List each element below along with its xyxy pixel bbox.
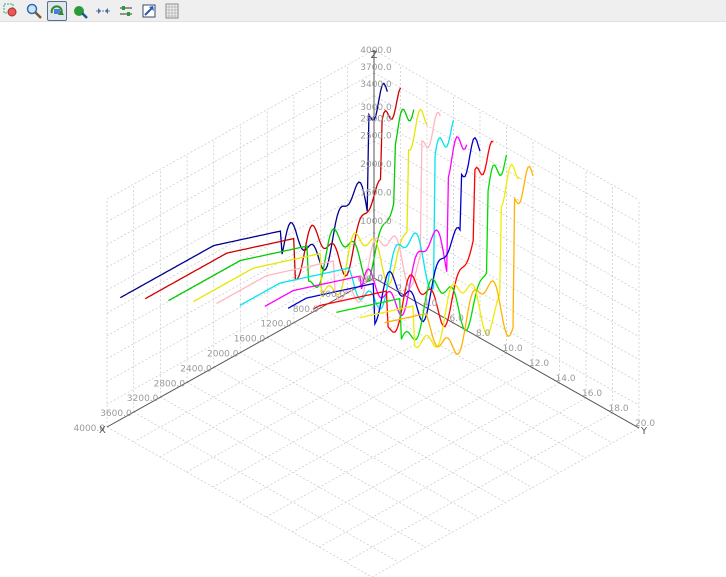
y-tick-label: 12.0 xyxy=(529,359,549,369)
series-group xyxy=(119,82,534,356)
tick-labels: 0.0 400.0800.01200.0 1600.0 2000.0 2400.0 280… xyxy=(74,46,656,437)
grid-line xyxy=(186,381,453,533)
grid-tool-button[interactable] xyxy=(162,1,182,21)
x-tick-label: 1600.0 xyxy=(234,335,266,345)
z-tick-label: 2800.0 xyxy=(360,114,392,124)
y-tick-label: 4.0 xyxy=(423,299,438,309)
z-tick-label: 3000.0 xyxy=(360,103,392,113)
grid-line xyxy=(160,396,426,548)
magnifier-icon xyxy=(26,3,42,19)
x-tick-label: 1200.0 xyxy=(260,320,292,330)
z-tick-label: 2000.0 xyxy=(360,160,392,170)
y-tick-label: 14.0 xyxy=(556,374,576,384)
grid-icon xyxy=(165,3,179,18)
grid-lines xyxy=(106,49,640,577)
rotate-tool-button[interactable] xyxy=(47,0,67,21)
grid-line xyxy=(292,382,560,533)
z-tick-label: 3700.0 xyxy=(360,63,392,73)
z-tick-label: 1000.0 xyxy=(360,217,392,227)
x-tick-label: 2400.0 xyxy=(180,364,212,374)
pan-tool-button[interactable] xyxy=(70,1,90,21)
datatip-tool-button[interactable] xyxy=(93,1,113,21)
grid-line xyxy=(106,426,373,577)
y-tick-label: 8.0 xyxy=(476,329,491,339)
x-tick-label: 400.0 xyxy=(320,290,346,300)
x-axis-label: X xyxy=(99,425,106,436)
datatip-icon xyxy=(96,7,110,14)
y-tick-label: 10.0 xyxy=(503,344,523,354)
axes-tool-button[interactable] xyxy=(116,1,136,21)
grid-line xyxy=(267,337,533,488)
x-tick-label: 3200.0 xyxy=(127,394,159,404)
y-axis-label: Y xyxy=(640,426,648,437)
z-axis-label: Z xyxy=(371,50,378,61)
z-tick-label: 0.0 xyxy=(369,274,384,284)
toolbar xyxy=(0,0,726,22)
grid-line xyxy=(133,411,399,563)
zoom-box-tool-button[interactable] xyxy=(1,1,21,21)
x-tick-label: 2000.0 xyxy=(207,350,239,360)
grid-line xyxy=(106,49,375,200)
export-tool-button[interactable] xyxy=(139,1,159,21)
y-tick-label: 2.0 xyxy=(397,284,412,294)
grid-line xyxy=(371,427,640,577)
grid-line xyxy=(133,292,401,443)
z-tick-label: 1500.0 xyxy=(360,189,392,199)
plot-3d[interactable]: 0.0 400.0800.01200.0 1600.0 2000.0 2400.0 280… xyxy=(0,22,726,577)
grid-line xyxy=(213,367,479,518)
y-tick-label: 16.0 xyxy=(582,389,602,399)
z-tick-label: 2500.0 xyxy=(360,132,392,142)
grid-line xyxy=(186,322,454,473)
rotate-3d-icon xyxy=(50,4,64,15)
axes-icon xyxy=(120,5,132,16)
grid-line xyxy=(265,367,534,518)
y-tick-label: 6.0 xyxy=(450,314,465,324)
export-icon xyxy=(142,4,156,17)
z-tick-label: 3400.0 xyxy=(360,80,392,90)
series-line xyxy=(216,111,441,305)
zoom-tool-button[interactable] xyxy=(24,1,44,21)
x-tick-label: 800.0 xyxy=(293,305,319,315)
x-tick-label: 2800.0 xyxy=(154,379,186,389)
grid-line xyxy=(373,49,640,201)
grid-line xyxy=(106,95,375,245)
grid-line xyxy=(345,412,613,563)
x-tick-label: 3600.0 xyxy=(100,409,132,419)
y-tick-label: 18.0 xyxy=(609,404,629,414)
zoom-box-icon xyxy=(3,3,17,16)
pan-icon xyxy=(74,5,88,19)
grid-line xyxy=(239,352,507,503)
grid-line xyxy=(318,397,587,548)
